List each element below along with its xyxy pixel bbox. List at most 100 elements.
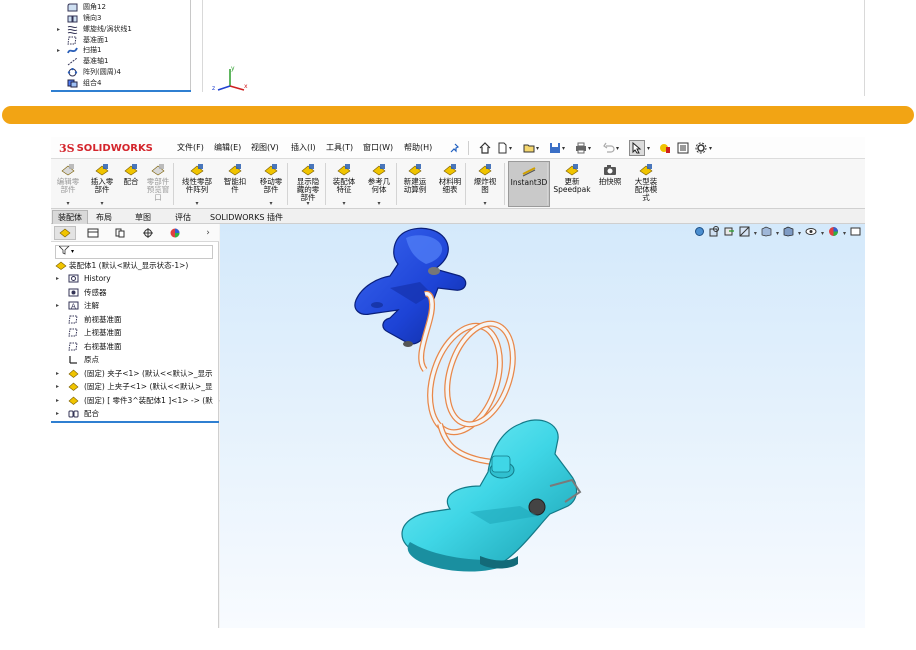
menu-3[interactable]: 插入(I) [291, 142, 316, 153]
property-manager-tab-icon[interactable] [82, 226, 104, 240]
feature-tree-item[interactable]: ▸ (固定) 上夹子<1> (默认<<默认>_显 [51, 380, 219, 393]
smart-fasteners-icon [227, 163, 243, 177]
assembly-model[interactable] [220, 224, 865, 628]
ribbon-separator [504, 163, 505, 205]
feature-tree-item-label: 右视基准面 [84, 341, 122, 351]
solidworks-logo[interactable]: 3S SOLIDWORKS [59, 141, 153, 155]
expand-arrow-icon[interactable]: ▸ [57, 24, 60, 35]
expand-arrow-icon[interactable]: ▸ [56, 394, 59, 407]
menu-5[interactable]: 窗口(W) [363, 142, 393, 153]
chevron-down-icon[interactable]: ▾ [342, 200, 345, 207]
ribbon-button-6[interactable]: 移动零 部件 ▾ [255, 161, 287, 207]
gear-icon[interactable]: ▾ [695, 140, 712, 156]
ribbon-button-16[interactable]: 大型装 配体模 式 [629, 161, 663, 207]
ribbon-button-5[interactable]: 智能扣 件 [219, 161, 251, 207]
lower-clip-part[interactable] [401, 419, 582, 572]
ribbon-button-0[interactable]: 编辑零 部件 ▾ [53, 161, 83, 207]
feature-tree-item[interactable]: 原点 [51, 353, 219, 366]
tab-4[interactable]: SOLIDWORKS 插件 [204, 210, 289, 224]
upper-clip-part[interactable] [354, 227, 467, 347]
rollback-bar[interactable] [51, 90, 191, 92]
ribbon-button-2[interactable]: 配合 [121, 161, 141, 207]
menu-0[interactable]: 文件(F) [177, 142, 204, 153]
expand-arrow-icon[interactable]: ▸ [56, 367, 59, 380]
expand-arrow-icon[interactable]: ▸ [56, 272, 59, 285]
ribbon-button-10[interactable]: 新建运 动算例 [399, 161, 431, 207]
rebuild-icon[interactable] [659, 140, 671, 156]
tab-0[interactable]: 装配体 [52, 210, 88, 224]
display-manager-tab-icon[interactable] [164, 226, 186, 240]
menu-1[interactable]: 编辑(E) [214, 142, 241, 153]
chevron-down-icon[interactable]: ▾ [483, 200, 486, 207]
ribbon-button-8[interactable]: 装配体 特征 ▾ [329, 161, 359, 207]
feature-tree-item-label: 上视基准面 [84, 328, 122, 337]
previous-screenshot-fragment: 圆角12 镜向3 ▸ 螺旋线/涡状线1 基准面1 ▸ 扫描1 基准轴1 阵列(圆周)4 组合4 y… [0, 0, 916, 100]
axis-icon [67, 57, 78, 66]
home-icon[interactable] [479, 140, 491, 156]
menu-4[interactable]: 工具(T) [326, 142, 353, 153]
undo-icon[interactable]: ▾ [603, 140, 619, 156]
save-icon[interactable]: ▾ [549, 140, 565, 156]
expand-arrow-icon[interactable]: ▸ [57, 45, 60, 56]
feature-tree-item[interactable]: ▸ (固定) [ 零件3^装配体1 ]<1> -> (默 [51, 394, 219, 407]
feature-tree-item-label: 原点 [84, 355, 99, 364]
chevron-right-icon[interactable]: › [201, 226, 215, 240]
feature-tree-item-label: 注解 [84, 301, 99, 310]
tab-1[interactable]: 布局 [90, 210, 118, 224]
ribbon-button-11[interactable]: 材料明 细表 [435, 161, 465, 207]
ribbon-button-1[interactable]: 插入零 部件 ▾ [87, 161, 117, 207]
expand-arrow-icon[interactable]: ▸ [56, 380, 59, 393]
feature-tree-item[interactable]: 传感器 [51, 286, 219, 299]
chevron-down-icon[interactable]: ▾ [195, 200, 198, 207]
menu-6[interactable]: 帮助(H) [404, 142, 432, 153]
ribbon-button-13[interactable]: Instant3D [508, 161, 550, 207]
print-icon[interactable]: ▾ [575, 140, 591, 156]
menu-2[interactable]: 视图(V) [251, 142, 279, 153]
ribbon-button-9[interactable]: 参考几 何体 ▾ [363, 161, 395, 207]
chevron-down-icon[interactable]: ▾ [66, 200, 69, 207]
chevron-down-icon[interactable]: ▾ [647, 140, 650, 156]
feature-tree-item[interactable]: ▸ (固定) 夹子<1> (默认<<默认>_显示 [51, 367, 219, 380]
feature-tree-root[interactable]: 装配体1 (默认<默认_显示状态-1>) [51, 259, 219, 272]
ribbon-button-3[interactable]: 零部件 预览窗 口 [143, 161, 173, 207]
motion-study-icon [407, 163, 423, 177]
exploded-view-icon [477, 163, 493, 177]
feature-tree-item[interactable]: ▸ 配合 [51, 407, 219, 420]
open-document-icon[interactable]: ▾ [523, 140, 539, 156]
ribbon-button-4[interactable]: 线性零部 件阵列 ▾ [177, 161, 217, 207]
part-icon [68, 369, 79, 378]
select-cursor-icon[interactable] [629, 140, 645, 156]
plane-icon [68, 328, 79, 337]
chevron-down-icon[interactable]: ▾ [100, 200, 103, 207]
feature-tree-tab-icon[interactable] [54, 226, 76, 240]
new-document-icon[interactable]: ▾ [497, 140, 512, 156]
expand-arrow-icon[interactable]: ▸ [56, 407, 59, 420]
feature-tree-item[interactable]: ▸ History [51, 272, 219, 285]
ribbon-separator [287, 163, 288, 205]
configuration-manager-tab-icon[interactable] [109, 226, 131, 240]
feature-tree-item[interactable]: 上视基准面 [51, 326, 219, 339]
ribbon-button-14[interactable]: 更新 Speedpak [552, 161, 592, 207]
filter-field[interactable]: ▾ [55, 245, 213, 259]
top-tree-item-label: 基准轴1 [83, 57, 109, 65]
feature-tree-item[interactable]: 前视基准面 [51, 313, 219, 326]
chevron-down-icon[interactable]: ▾ [377, 200, 380, 207]
ribbon-button-label: 编辑零 部件 [56, 177, 80, 194]
ribbon-button-15[interactable]: 拍快照 [595, 161, 625, 207]
snapshot-icon [602, 163, 618, 177]
graphics-area[interactable]: ▾ ▾ ▾ ▾ ▾ [220, 224, 865, 628]
rollback-bar[interactable] [51, 421, 219, 423]
dimxpert-tab-icon[interactable] [137, 226, 159, 240]
ribbon-button-7[interactable]: 显示隐 藏的零 部件 ▾ [291, 161, 325, 207]
feature-tree-item[interactable]: ▸ A 注解 [51, 299, 219, 312]
file-properties-icon[interactable] [677, 140, 689, 156]
ribbon-button-label: 更新 Speedpak [553, 177, 591, 194]
chevron-down-icon[interactable]: ▾ [306, 200, 309, 207]
tab-3[interactable]: 评估 [169, 210, 197, 224]
ribbon-button-12[interactable]: 爆炸视 图 ▾ [469, 161, 501, 207]
tab-2[interactable]: 草图 [129, 210, 157, 224]
chevron-down-icon[interactable]: ▾ [269, 200, 272, 207]
expand-arrow-icon[interactable]: ▸ [56, 299, 59, 312]
feature-tree-item[interactable]: 右视基准面 [51, 340, 219, 353]
pin-icon[interactable] [450, 140, 460, 156]
